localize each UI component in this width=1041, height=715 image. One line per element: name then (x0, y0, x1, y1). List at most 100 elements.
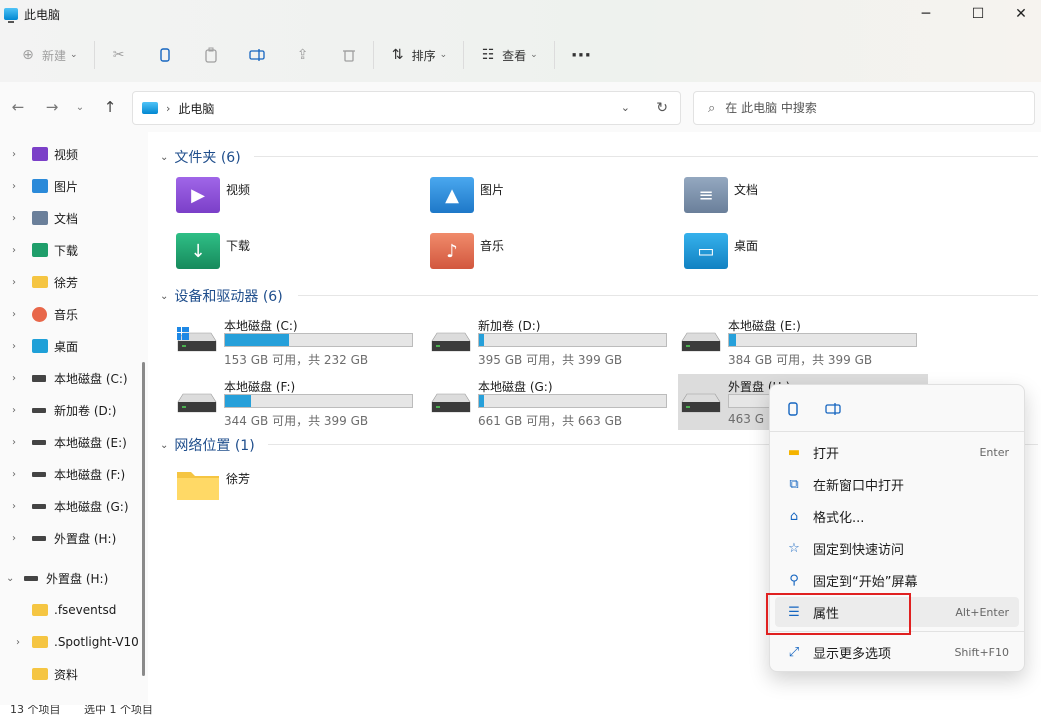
network-item[interactable]: 徐芳 (176, 466, 376, 516)
chevron-right-icon[interactable]: › (12, 501, 16, 512)
menu-item[interactable]: ⚲ 固定到“开始”屏幕 (775, 565, 1019, 595)
folder-tile[interactable]: ▲ 图片 (430, 177, 670, 227)
folder-icon (32, 604, 48, 616)
back-button[interactable]: ← (6, 96, 30, 118)
toolbar-divider (372, 41, 374, 69)
folder-label: 下载 (226, 239, 251, 253)
address-bar[interactable]: › 此电脑 ⌄ ↻ (132, 91, 681, 125)
chevron-right-icon[interactable]: › (12, 213, 16, 224)
chevron-right-icon[interactable]: › (12, 149, 16, 160)
drive-icon (32, 471, 46, 477)
menu-item[interactable]: ⧉ 在新窗口中打开 (775, 469, 1019, 499)
sidebar-item[interactable]: › 本地磁盘 (E:) (0, 428, 148, 456)
windows-drive-icon (177, 327, 217, 352)
delete-button[interactable] (333, 39, 365, 71)
menu-item[interactable]: ☆ 固定到快速访问 (775, 533, 1019, 563)
chevron-down-icon[interactable]: ⌄ (621, 101, 630, 114)
group-header-drives[interactable]: ⌄ 设备和驱动器 (6) (160, 286, 283, 306)
chevron-down-icon: ⌄ (160, 290, 169, 302)
chevron-right-icon[interactable]: › (12, 405, 16, 416)
more-button[interactable]: ··· (563, 39, 600, 71)
sidebar-item[interactable]: ⌄ 外置盘 (H:) (0, 564, 148, 592)
up-button[interactable]: ↑ (98, 96, 122, 118)
sidebar-item-label: .Spotlight-V10 (54, 635, 139, 649)
drive-tile[interactable]: 本地磁盘 (G:) 661 GB 可用，共 663 GB (428, 374, 678, 430)
drive-tile[interactable]: 本地磁盘 (C:) 153 GB 可用，共 232 GB (174, 313, 424, 369)
sidebar-item[interactable]: › 本地磁盘 (G:) (0, 492, 148, 520)
group-header-folders[interactable]: ⌄ 文件夹 (6) (160, 147, 241, 167)
sort-button[interactable]: ⇅ 排序 ⌄ (382, 39, 456, 71)
rename-icon (825, 403, 841, 415)
folder-tile[interactable]: ♪ 音乐 (430, 233, 670, 283)
folder-tile[interactable]: ≡ 文档 (684, 177, 924, 227)
breadcrumb-this-pc[interactable]: 此电脑 (178, 100, 214, 117)
chevron-right-icon[interactable]: › (16, 637, 20, 648)
drive-tile[interactable]: 本地磁盘 (F:) 344 GB 可用，共 399 GB (174, 374, 424, 430)
rename-button[interactable] (822, 399, 844, 419)
chevron-right-icon[interactable]: › (12, 245, 16, 256)
chevron-right-icon[interactable]: › (12, 469, 16, 480)
group-header-network[interactable]: ⌄ 网络位置 (1) (160, 435, 255, 455)
folder-label: 音乐 (480, 239, 505, 253)
folder-icon (32, 668, 48, 680)
sidebar-item[interactable]: › 本地磁盘 (C:) (0, 364, 148, 392)
sidebar-item[interactable]: .fseventsd (0, 596, 148, 624)
sidebar-item[interactable]: › 下载 (0, 236, 148, 264)
close-button[interactable]: ✕ (1001, 0, 1041, 28)
search-box[interactable]: ⌕ (693, 91, 1035, 125)
menu-item[interactable]: ⌂ 格式化... (775, 501, 1019, 531)
chevron-right-icon[interactable]: › (12, 181, 16, 192)
new-button[interactable]: ⊕ 新建 ⌄ (12, 39, 86, 71)
sidebar-item[interactable]: › 视频 (0, 140, 148, 168)
sidebar-item[interactable]: › 外置盘 (H:) (0, 524, 148, 552)
star-icon: ☆ (788, 540, 800, 556)
sidebar-item[interactable]: › 文档 (0, 204, 148, 232)
sidebar-item[interactable]: › 图片 (0, 172, 148, 200)
sidebar-scrollbar[interactable] (142, 362, 145, 676)
hard-drive-icon (431, 393, 471, 413)
minimize-button[interactable]: ─ (903, 0, 949, 28)
sidebar-item[interactable]: › .Spotlight-V10 (0, 628, 148, 656)
drive-tile[interactable]: 新加卷 (D:) 395 GB 可用，共 399 GB (428, 313, 678, 369)
sidebar-item-label: 图片 (54, 179, 79, 194)
chevron-right-icon[interactable]: › (12, 341, 16, 352)
view-button[interactable]: ☷ 查看 ⌄ (472, 39, 546, 71)
sidebar-item[interactable]: › 新加卷 (D:) (0, 396, 148, 424)
menu-item[interactable]: ▬ 打开 Enter (775, 437, 1019, 467)
hard-drive-icon (431, 332, 471, 352)
share-button[interactable]: ⇪ (287, 39, 319, 71)
forward-button[interactable]: → (40, 96, 64, 118)
recent-locations-button[interactable]: ⌄ (70, 96, 90, 118)
chevron-right-icon[interactable]: › (12, 533, 16, 544)
drive-tile[interactable]: 本地磁盘 (E:) 384 GB 可用，共 399 GB (678, 313, 928, 369)
copy-button[interactable] (149, 39, 181, 71)
chevron-down-icon[interactable]: ⌄ (6, 573, 14, 584)
folder-tile[interactable]: ↓ 下载 (176, 233, 416, 283)
chevron-right-icon[interactable]: › (12, 373, 16, 384)
chevron-right-icon[interactable]: › (12, 277, 16, 288)
sidebar-item[interactable]: › 本地磁盘 (F:) (0, 460, 148, 488)
sidebar-item-label: 视频 (54, 147, 79, 162)
rename-button[interactable] (241, 39, 273, 71)
menu-item-label: 打开 (813, 446, 840, 462)
group-title: 设备和驱动器 (6) (174, 289, 283, 305)
folder-tile[interactable]: ▶ 视频 (176, 177, 416, 227)
menu-item[interactable]: ⤢ 显示更多选项 Shift+F10 (775, 637, 1019, 667)
copy-button[interactable] (782, 399, 804, 419)
status-bar: 13 个项目 选中 1 个项目 (0, 705, 1041, 715)
search-input[interactable] (725, 101, 1016, 115)
sidebar-item[interactable]: › 桌面 (0, 332, 148, 360)
chevron-right-icon[interactable]: › (166, 102, 170, 115)
cut-button[interactable]: ✂ (103, 39, 135, 71)
sidebar-item[interactable]: › 音乐 (0, 300, 148, 328)
paste-button[interactable] (195, 39, 227, 71)
drive-usage-bar (728, 333, 917, 347)
folder-tile[interactable]: ▭ 桌面 (684, 233, 924, 283)
sidebar-item[interactable]: 资料 (0, 660, 148, 688)
refresh-icon[interactable]: ↻ (656, 100, 668, 116)
maximize-button[interactable]: ☐ (955, 0, 1001, 28)
sidebar-item[interactable]: › 徐芳 (0, 268, 148, 296)
chevron-right-icon[interactable]: › (12, 437, 16, 448)
chevron-right-icon[interactable]: › (12, 309, 16, 320)
hard-drive-icon (681, 393, 721, 413)
